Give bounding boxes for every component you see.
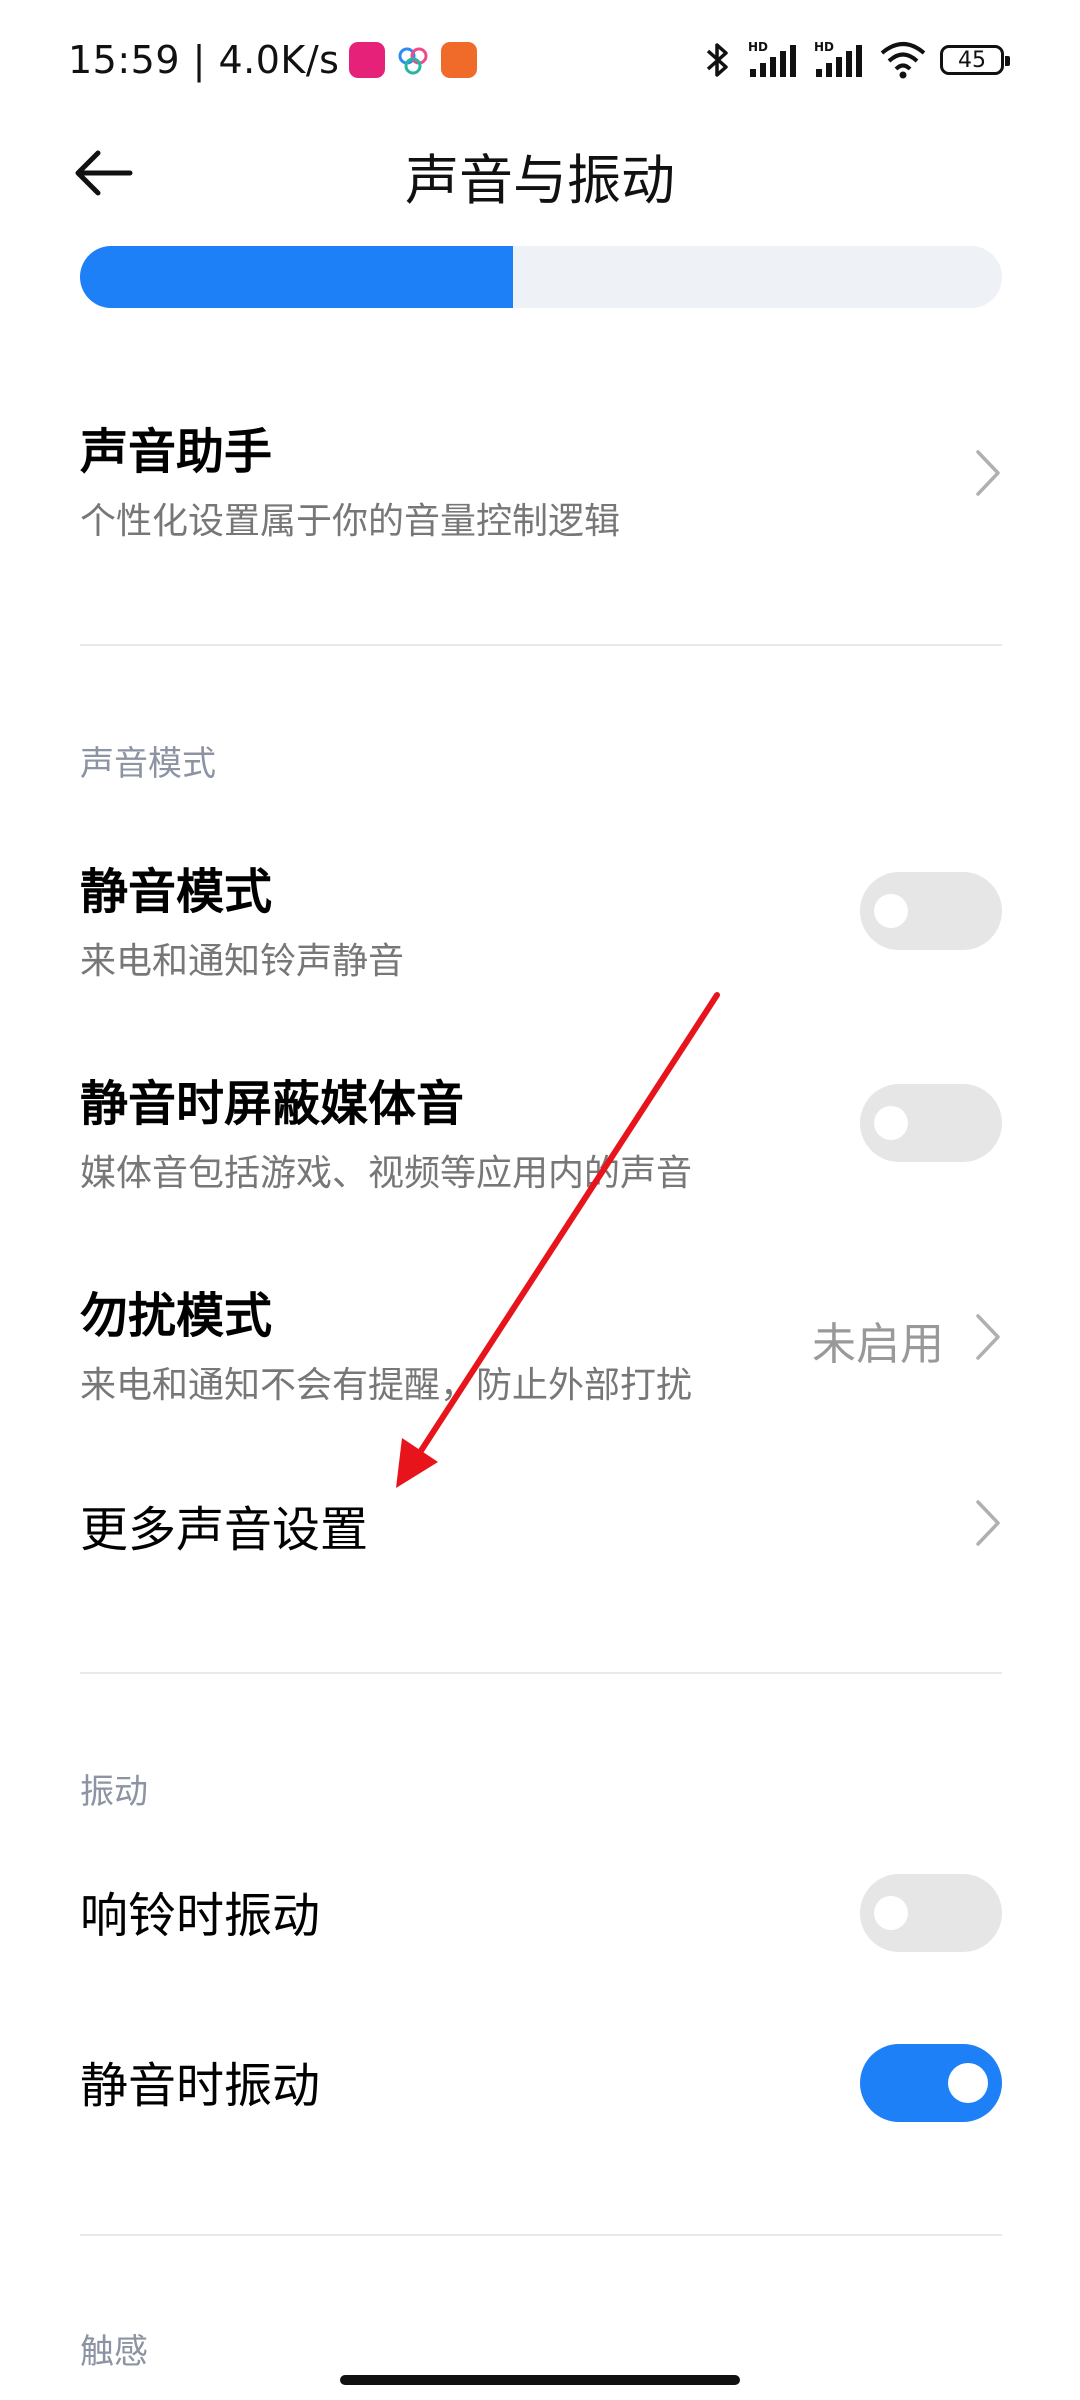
- status-time: 15:59 | 4.0K/s: [68, 38, 340, 82]
- divider: [80, 644, 1002, 646]
- silent-mode-subtitle: 来电和通知铃声静音: [80, 941, 405, 982]
- wifi-icon: [880, 42, 926, 79]
- divider: [80, 1672, 1002, 1674]
- status-bar-right: HD HD 45: [700, 30, 1010, 90]
- chevron-right-icon: [976, 450, 1000, 496]
- toggle-knob: [874, 1896, 908, 1930]
- sound-assistant-subtitle: 个性化设置属于你的音量控制逻辑: [80, 501, 621, 542]
- vibrate-ring-item: 响铃时振动: [80, 1874, 1002, 1956]
- mute-media-toggle[interactable]: [860, 1084, 1002, 1162]
- vibrate-ring-toggle[interactable]: [860, 1874, 1002, 1952]
- section-label-haptics: 触感: [80, 2332, 148, 2372]
- app-notification-icon: [349, 42, 386, 78]
- dnd-item[interactable]: 勿扰模式 来电和通知不会有提醒，防止外部打扰 未启用: [80, 1276, 1002, 1406]
- section-label-sound-mode: 声音模式: [80, 744, 216, 784]
- more-sound-settings-item[interactable]: 更多声音设置: [80, 1490, 1002, 1570]
- network-speed: 4.0K/s: [218, 38, 340, 82]
- chevron-right-icon: [976, 1500, 1000, 1546]
- sound-assistant-title: 声音助手: [80, 424, 273, 480]
- vibrate-silent-toggle[interactable]: [860, 2044, 1002, 2122]
- signal-hd-icon: HD: [814, 40, 862, 77]
- silent-mode-item: 静音模式 来电和通知铃声静音: [80, 852, 1002, 982]
- more-sound-settings-title: 更多声音设置: [80, 1502, 369, 1558]
- dnd-status-value: 未启用: [812, 1319, 944, 1370]
- battery-icon: 45: [940, 45, 1010, 75]
- chevron-right-icon: [976, 1314, 1000, 1360]
- svg-text:HD: HD: [748, 40, 768, 54]
- status-bar-left: 15:59 | 4.0K/s: [68, 30, 478, 90]
- battery-level: 45: [958, 47, 986, 73]
- page-title: 声音与振动: [405, 149, 675, 212]
- toggle-knob: [948, 2063, 988, 2103]
- app-notification-icon: [441, 42, 478, 78]
- app-notification-icon: [395, 42, 431, 78]
- home-indicator[interactable]: [340, 2375, 740, 2385]
- mute-media-item: 静音时屏蔽媒体音 媒体音包括游戏、视频等应用内的声音: [80, 1064, 1002, 1194]
- annotation-arrow: [396, 992, 720, 1488]
- app-header: 声音与振动: [0, 118, 1080, 228]
- svg-text:HD: HD: [814, 40, 834, 54]
- volume-slider-fill: [80, 246, 514, 308]
- divider: [80, 2234, 1002, 2236]
- toggle-knob: [874, 894, 908, 928]
- vibrate-silent-item: 静音时振动: [80, 2044, 1002, 2126]
- signal-hd-icon: HD: [748, 40, 796, 77]
- status-bar: 15:59 | 4.0K/s HD HD 45: [0, 0, 1080, 118]
- volume-slider[interactable]: [80, 246, 1002, 308]
- mute-media-subtitle: 媒体音包括游戏、视频等应用内的声音: [80, 1153, 693, 1194]
- silent-mode-toggle[interactable]: [860, 872, 1002, 950]
- sound-assistant-item[interactable]: 声音助手 个性化设置属于你的音量控制逻辑: [80, 412, 1002, 542]
- bluetooth-icon: [706, 43, 728, 77]
- toggle-knob: [874, 1106, 908, 1140]
- section-label-vibration: 振动: [80, 1772, 148, 1812]
